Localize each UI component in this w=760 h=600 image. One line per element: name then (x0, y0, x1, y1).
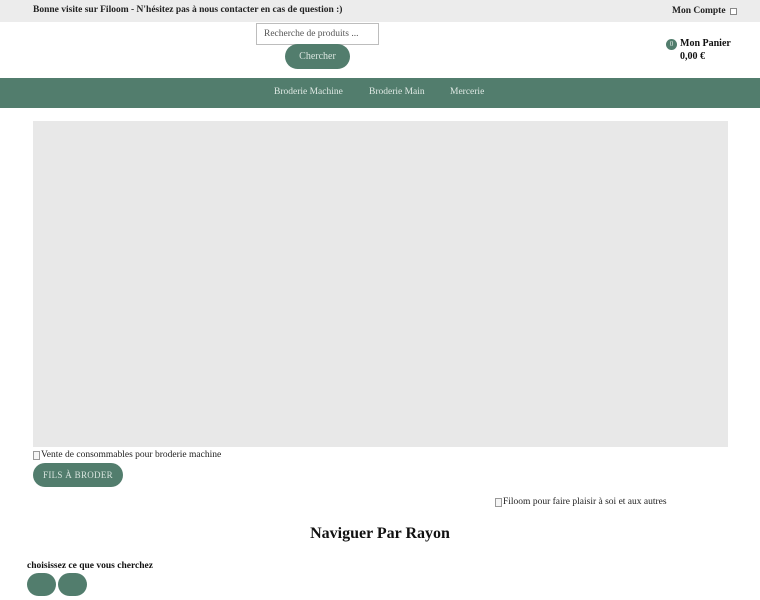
account-icon (729, 7, 737, 15)
account-link[interactable]: Mon Compte (672, 6, 737, 16)
site-header: Chercher 0 Mon Panier 0,00 € (0, 22, 760, 78)
welcome-message: Bonne visite sur Filoom - N'hésitez pas … (33, 5, 343, 15)
top-announcement-bar: Bonne visite sur Filoom - N'hésitez pas … (0, 0, 760, 22)
secondary-banner-image: Filoom pour faire plaisir à soi et aux a… (495, 497, 667, 507)
secondary-banner-image-alt: Filoom pour faire plaisir à soi et aux a… (503, 497, 667, 507)
carousel-next-button[interactable] (58, 573, 87, 596)
account-label: Mon Compte (672, 6, 726, 16)
nav-item-mercerie[interactable]: Mercerie (450, 87, 484, 97)
cart-total: 0,00 € (680, 51, 705, 62)
cart-count-badge: 0 (666, 39, 677, 50)
search-button[interactable]: Chercher (285, 44, 350, 69)
nav-item-broderie-machine[interactable]: Broderie Machine (274, 87, 343, 97)
search-input[interactable] (256, 23, 379, 45)
cart-label: Mon Panier (680, 38, 731, 49)
carousel-prev-button[interactable] (27, 573, 56, 596)
hero-slider-placeholder (33, 121, 728, 447)
banner-image-alt: Vente de consommables pour broderie mach… (41, 450, 222, 460)
section-title: Naviguer Par Rayon (310, 525, 450, 542)
nav-item-broderie-main[interactable]: Broderie Main (369, 87, 425, 97)
fils-a-broder-button[interactable]: FILS À BRODER (33, 463, 123, 487)
broken-image-icon (495, 497, 502, 507)
main-nav: Broderie Machine Broderie Main Mercerie (0, 78, 760, 108)
banner-image: Vente de consommables pour broderie mach… (33, 450, 221, 460)
broken-image-icon (33, 450, 40, 460)
section-subtitle: choisissez ce que vous cherchez (27, 561, 153, 571)
